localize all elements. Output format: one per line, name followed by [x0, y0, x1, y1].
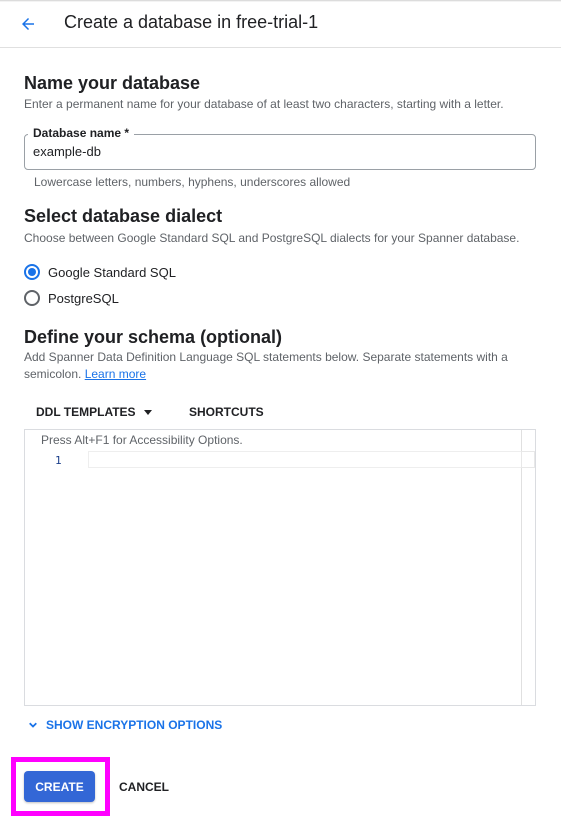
ddl-templates-label: DDL TEMPLATES	[36, 405, 136, 419]
cancel-button[interactable]: CANCEL	[119, 780, 169, 794]
learn-more-link[interactable]: Learn more	[85, 367, 146, 381]
database-name-label: Database name *	[28, 126, 135, 140]
radio-unchecked-icon[interactable]	[24, 290, 40, 306]
show-encryption-options-label: SHOW ENCRYPTION OPTIONS	[46, 718, 223, 732]
dialect-section-description: Choose between Google Standard SQL and P…	[24, 231, 520, 245]
ddl-templates-button[interactable]: DDL TEMPLATES	[36, 405, 152, 419]
create-button[interactable]: CREATE	[24, 771, 95, 802]
name-section-title: Name your database	[24, 73, 201, 93]
radio-label: PostgreSQL	[48, 290, 119, 306]
editor-scrollbar-thumb[interactable]	[521, 451, 535, 468]
radio-label: Google Standard SQL	[48, 264, 176, 280]
editor-accessibility-help: Press Alt+F1 for Accessibility Options.	[41, 433, 243, 447]
shortcuts-button[interactable]: SHORTCUTS	[189, 405, 264, 419]
back-button[interactable]	[14, 10, 42, 38]
dialect-section-title: Select database dialect	[24, 206, 223, 226]
name-section-description: Enter a permanent name for your database…	[24, 97, 504, 111]
chevron-down-icon	[29, 722, 37, 728]
schema-section-description: Add Spanner Data Definition Language SQL…	[24, 349, 524, 383]
page-header: Create a database in free-trial-1	[0, 0, 561, 48]
ddl-editor[interactable]: Press Alt+F1 for Accessibility Options. …	[24, 429, 536, 706]
editor-current-line[interactable]	[88, 451, 522, 468]
schema-section-title: Define your schema (optional)	[24, 327, 283, 347]
caret-down-icon	[143, 409, 152, 415]
shortcuts-label: SHORTCUTS	[189, 405, 264, 419]
radio-checked-icon[interactable]	[24, 264, 40, 280]
arrow-back-icon	[22, 18, 34, 30]
show-encryption-options-toggle[interactable]: SHOW ENCRYPTION OPTIONS	[26, 718, 222, 732]
radio-postgresql[interactable]: PostgreSQL	[24, 290, 119, 306]
database-name-input[interactable]: example-db	[33, 144, 101, 159]
radio-google-standard-sql[interactable]: Google Standard SQL	[24, 264, 176, 280]
page-title: Create a database in free-trial-1	[64, 12, 319, 32]
database-name-hint: Lowercase letters, numbers, hyphens, und…	[34, 175, 351, 189]
editor-scrollbar[interactable]	[521, 430, 522, 705]
line-number: 1	[55, 454, 62, 467]
